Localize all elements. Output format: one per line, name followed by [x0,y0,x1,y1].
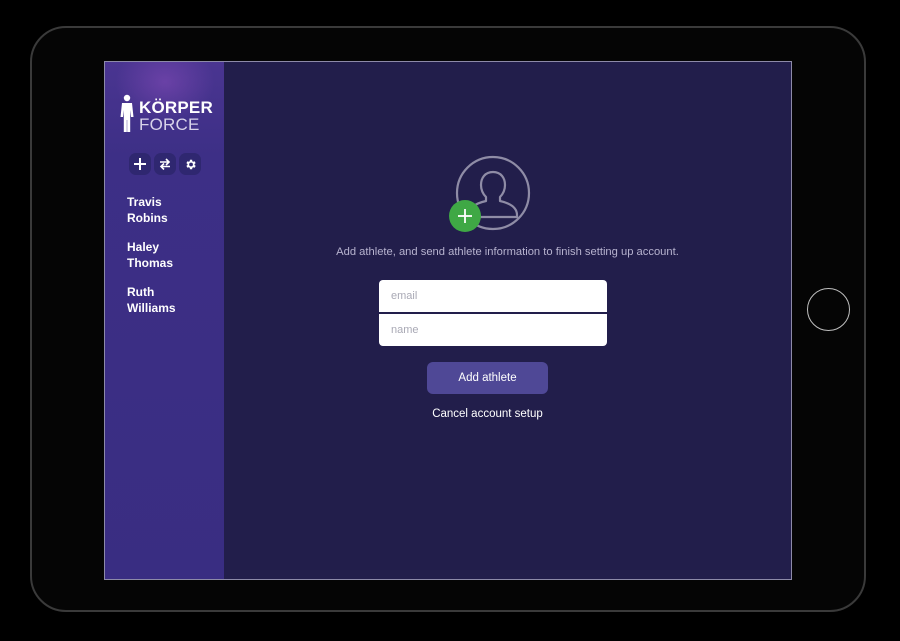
main-content: Add athlete, and send athlete informatio… [224,62,791,579]
athlete-list: Travis Robins Haley Thomas Ruth Williams [127,195,217,330]
add-athlete-button[interactable]: Add athlete [427,362,548,394]
add-photo-button[interactable] [449,200,481,232]
plus-icon [134,158,146,170]
athlete-last-name: Thomas [127,255,174,270]
app-screen: KÖRPER FORCE Travis Robins Haley Thomas … [104,61,792,580]
athlete-last-name: Williams [127,300,176,315]
athlete-item-ruth-williams[interactable]: Ruth Williams [127,285,217,316]
plus-icon [458,209,472,223]
athlete-first-name: Travis [127,195,162,209]
athlete-first-name: Haley [127,240,160,254]
swap-icon [159,158,171,170]
athlete-last-name: Robins [127,210,168,225]
person-figure-icon [120,94,134,132]
athlete-item-travis-robins[interactable]: Travis Robins [127,195,217,226]
swap-tool-button[interactable] [154,153,176,175]
athlete-first-name: Ruth [127,285,155,299]
name-field[interactable] [379,314,607,346]
sidebar: KÖRPER FORCE Travis Robins Haley Thomas … [105,62,224,579]
email-field[interactable] [379,280,607,312]
brand-name-line2: FORCE [139,115,200,134]
cancel-account-setup-link[interactable]: Cancel account setup [224,408,751,420]
sidebar-toolbar [129,153,205,175]
brand-logo: KÖRPER FORCE [119,94,219,136]
add-athlete-tool-button[interactable] [129,153,151,175]
gear-icon [185,159,196,169]
settings-tool-button[interactable] [179,153,201,175]
athlete-item-haley-thomas[interactable]: Haley Thomas [127,240,217,271]
home-button[interactable] [807,288,850,331]
setup-instructions: Add athlete, and send athlete informatio… [336,246,679,258]
